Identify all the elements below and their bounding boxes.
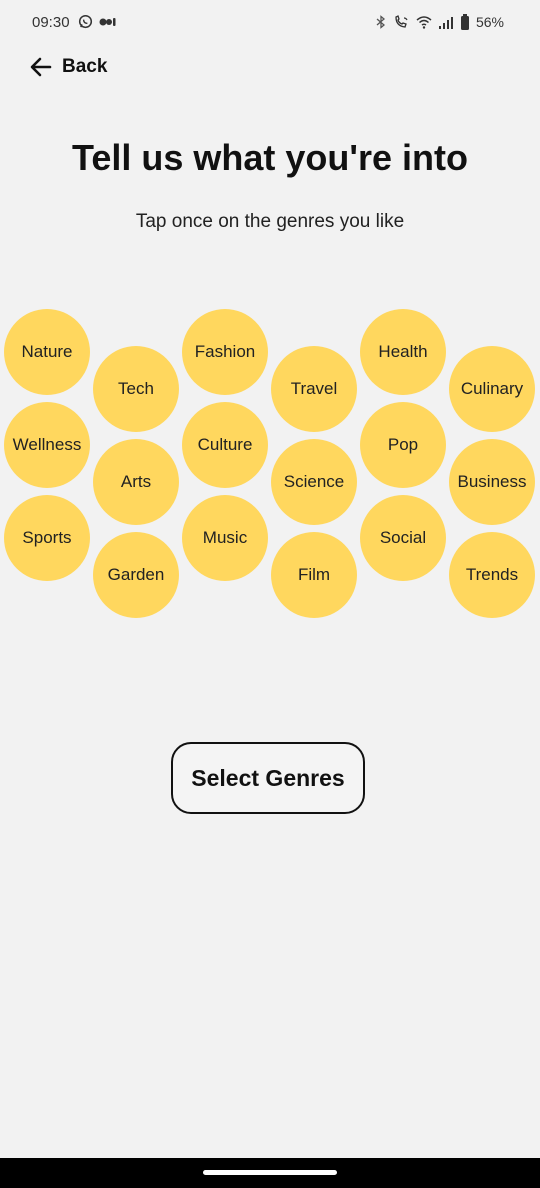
genre-bubble-arts[interactable]: Arts	[93, 439, 179, 525]
genre-bubble-culinary[interactable]: Culinary	[449, 346, 535, 432]
genre-bubble-nature[interactable]: Nature	[4, 309, 90, 395]
genre-bubble-sports[interactable]: Sports	[4, 495, 90, 581]
back-button[interactable]: Back	[30, 52, 107, 82]
genre-bubble-fashion[interactable]: Fashion	[182, 309, 268, 395]
arrow-left-icon	[30, 57, 52, 77]
genre-bubble-wellness[interactable]: Wellness	[4, 402, 90, 488]
signal-icon	[438, 16, 454, 29]
navigation-bar	[0, 1158, 540, 1188]
genre-grid: Nature Tech Fashion Travel Health Culina…	[0, 300, 540, 630]
battery-percent: 56%	[475, 14, 504, 30]
whatsapp-icon	[78, 14, 93, 29]
back-label: Back	[62, 56, 108, 77]
status-right: 56%	[374, 14, 504, 30]
genre-bubble-business[interactable]: Business	[449, 439, 535, 525]
page-title: Tell us what you're into	[72, 137, 468, 178]
genre-bubble-garden[interactable]: Garden	[93, 532, 179, 618]
genre-bubble-social[interactable]: Social	[360, 495, 446, 581]
status-left-icons	[78, 14, 117, 29]
status-time: 09:30	[32, 14, 70, 31]
genre-bubble-music[interactable]: Music	[182, 495, 268, 581]
genre-bubble-science[interactable]: Science	[271, 439, 357, 525]
genre-bubble-tech[interactable]: Tech	[93, 346, 179, 432]
status-bar: 09:30 56%	[0, 0, 540, 46]
page-subtitle: Tap once on the genres you like	[135, 211, 405, 232]
battery-icon	[460, 14, 470, 30]
wifi-icon	[416, 15, 432, 29]
genre-bubble-film[interactable]: Film	[271, 532, 357, 618]
genre-bubble-travel[interactable]: Travel	[271, 346, 357, 432]
genre-bubble-culture[interactable]: Culture	[182, 402, 268, 488]
bluetooth-icon	[374, 15, 388, 29]
meet-icon	[99, 16, 117, 28]
wifi-call-icon	[394, 15, 410, 29]
genre-bubble-health[interactable]: Health	[360, 309, 446, 395]
genre-bubble-trends[interactable]: Trends	[449, 532, 535, 618]
home-indicator[interactable]	[203, 1170, 337, 1175]
select-genres-button[interactable]: Select Genres	[171, 742, 365, 814]
genre-bubble-pop[interactable]: Pop	[360, 402, 446, 488]
